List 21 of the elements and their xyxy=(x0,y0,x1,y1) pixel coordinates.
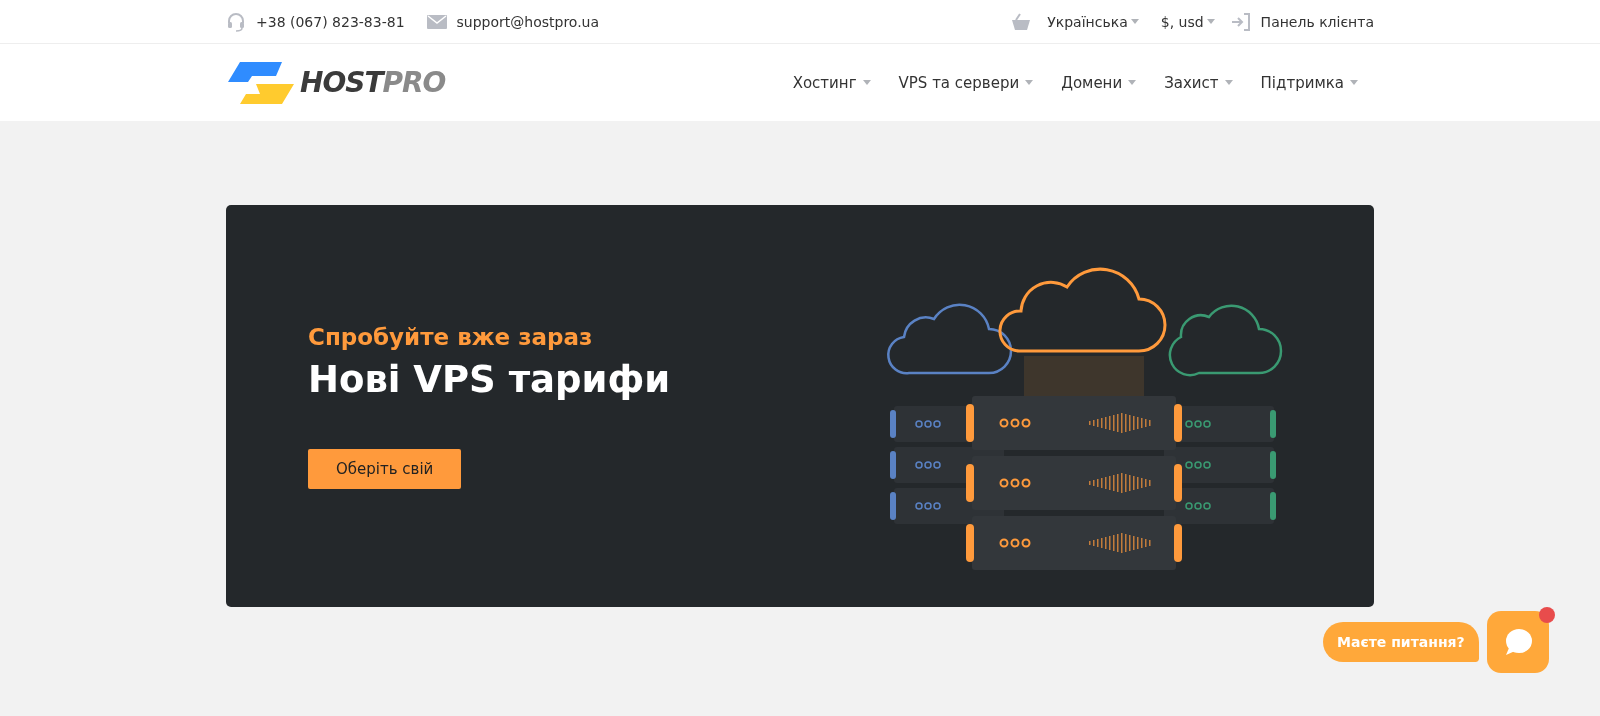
sign-in-icon xyxy=(1230,12,1251,31)
email-link[interactable]: support@hostpro.ua xyxy=(456,13,600,30)
nav-menu-item[interactable]: Хостинг xyxy=(784,67,879,98)
banner-title: Нові VPS тарифи xyxy=(308,357,671,401)
choose-button[interactable]: Оберіть свій xyxy=(308,448,462,489)
envelope-icon xyxy=(426,13,447,30)
chat-button[interactable] xyxy=(1486,611,1549,673)
nav-menu-item[interactable]: Захист xyxy=(1156,67,1241,98)
notification-dot xyxy=(1538,607,1555,623)
headset-icon xyxy=(226,11,246,32)
language-dropdown[interactable]: Українська xyxy=(1041,13,1145,30)
banner-subtitle: Спробуйте вже зараз xyxy=(308,323,593,350)
logo-text: HOSTPRO xyxy=(300,66,446,99)
nav-menu-item[interactable]: Домени xyxy=(1053,67,1145,98)
nav-menu-item[interactable]: Підтримка xyxy=(1252,67,1366,98)
client-panel-link[interactable]: Панель клієнта xyxy=(1260,13,1374,30)
logo-icon xyxy=(226,59,296,106)
currency-dropdown[interactable]: $, usd xyxy=(1154,13,1221,30)
phone-link[interactable]: +38 (067) 823-83-81 xyxy=(256,13,405,30)
nav-menu-item[interactable]: VPS та сервери xyxy=(890,67,1042,98)
basket-icon xyxy=(1011,12,1032,31)
